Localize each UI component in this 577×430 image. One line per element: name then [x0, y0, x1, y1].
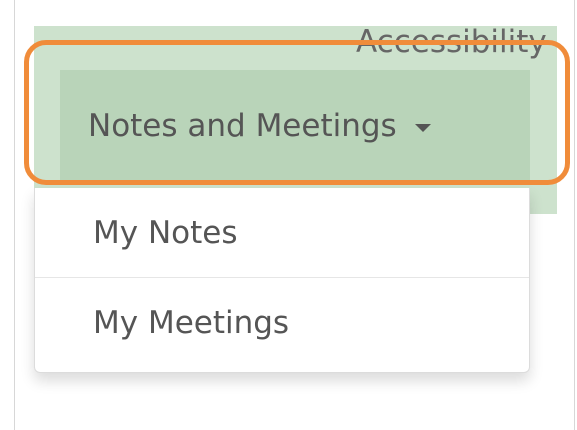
dropdown-menu: My Notes My Meetings: [34, 188, 530, 373]
window-left-border: [14, 0, 15, 430]
page: Accessibility Notes and Meetings My Note…: [0, 0, 577, 430]
accessibility-link[interactable]: Accessibility: [356, 22, 577, 62]
dropdown-item-my-meetings[interactable]: My Meetings: [35, 278, 529, 368]
caret-down-icon: [414, 124, 431, 132]
dropdown-toggle-label: Notes and Meetings: [88, 108, 397, 144]
dropdown-item-my-notes[interactable]: My Notes: [35, 188, 529, 278]
notes-and-meetings-dropdown-toggle[interactable]: Notes and Meetings: [60, 70, 530, 182]
window-right-border: [574, 0, 575, 430]
